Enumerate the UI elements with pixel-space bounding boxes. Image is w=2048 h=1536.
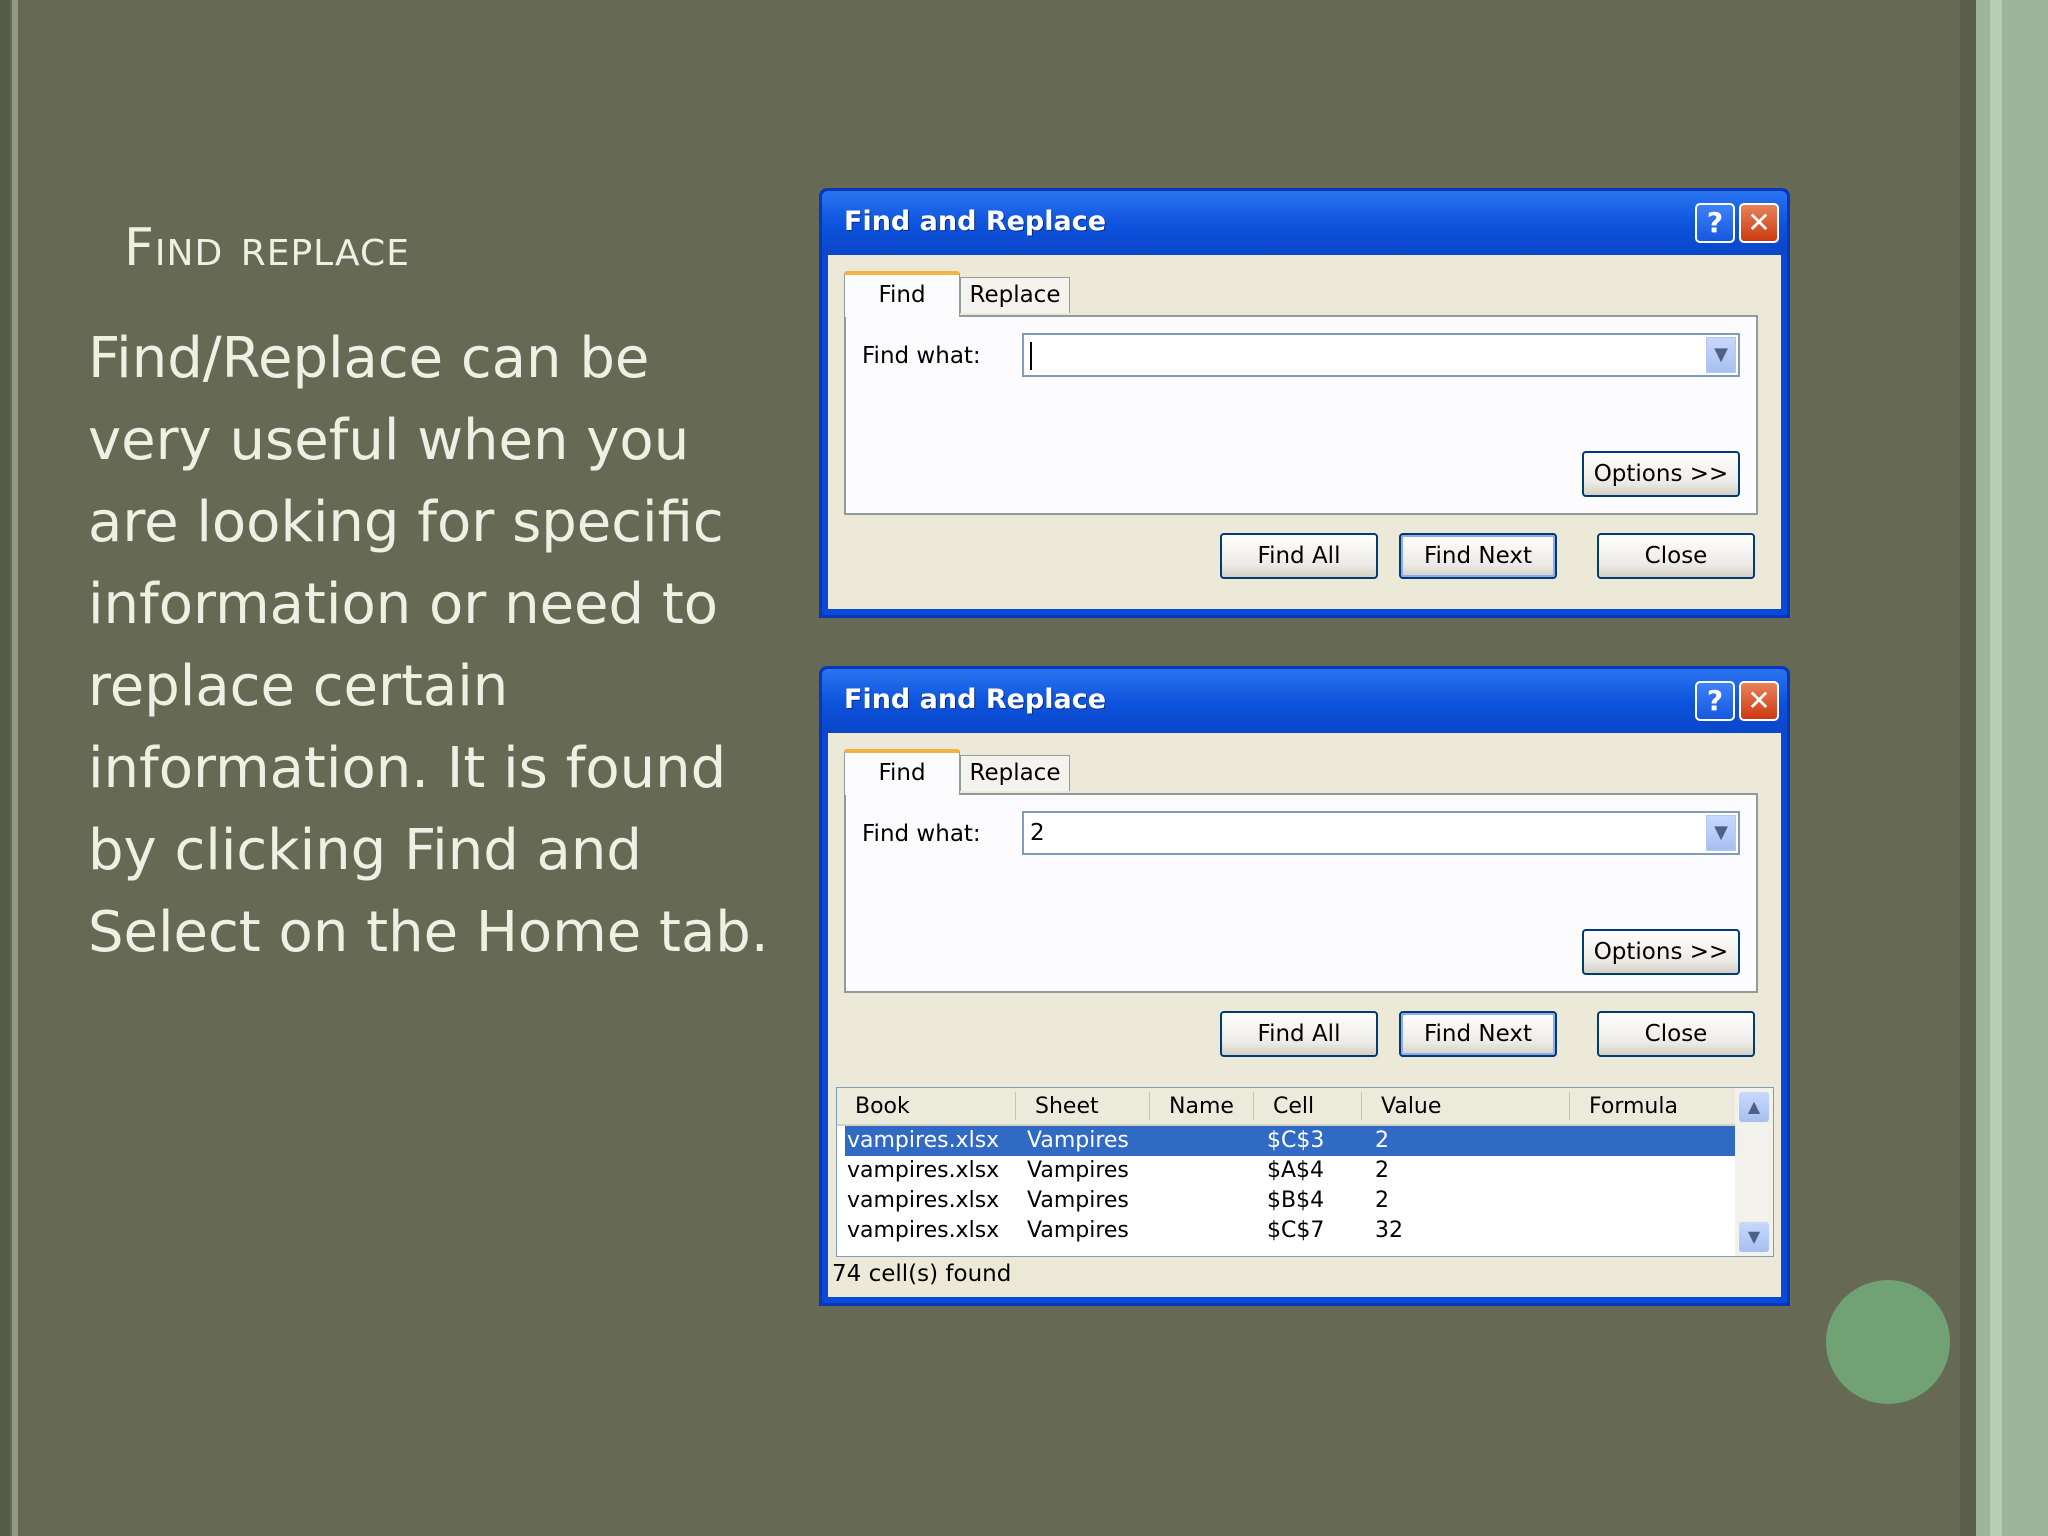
dialog-client-area: Find Replace Find what: 2 ▼ Options >> F… [828,733,1781,1297]
result-row[interactable]: vampires.xlsx Vampires $B$4 2 [845,1186,1735,1216]
cell-value: 2 [1375,1188,1389,1213]
column-divider[interactable] [1149,1092,1150,1120]
cell-value: 2 [1375,1128,1389,1153]
column-header-formula[interactable]: Formula [1589,1094,1678,1119]
close-icon[interactable]: ✕ [1739,681,1779,721]
cell-value: 2 [1375,1158,1389,1183]
decorative-circle [1826,1280,1950,1404]
find-next-button[interactable]: Find Next [1399,1011,1557,1057]
options-button[interactable]: Options >> [1582,451,1740,497]
slide-title: Find replace [124,218,410,278]
find-all-button[interactable]: Find All [1220,533,1378,579]
close-button[interactable]: Close [1597,1011,1755,1057]
tab-replace[interactable]: Replace [960,755,1070,791]
find-next-button[interactable]: Find Next [1399,533,1557,579]
column-divider[interactable] [1253,1092,1254,1120]
cell-book: vampires.xlsx [847,1188,1000,1213]
find-all-button[interactable]: Find All [1220,1011,1378,1057]
close-icon[interactable]: ✕ [1739,203,1779,243]
result-row[interactable]: vampires.xlsx Vampires $C$7 32 [845,1216,1735,1246]
help-icon[interactable]: ? [1695,681,1735,721]
cell-book: vampires.xlsx [847,1128,1000,1153]
cell-book: vampires.xlsx [847,1158,1000,1183]
chevron-down-icon[interactable]: ▼ [1706,337,1736,373]
result-row[interactable]: vampires.xlsx Vampires $A$4 2 [845,1156,1735,1186]
options-button[interactable]: Options >> [1582,929,1740,975]
dialog-title: Find and Replace [844,206,1107,237]
cell-sheet: Vampires [1027,1218,1129,1243]
cell-ref: $A$4 [1267,1158,1325,1183]
results-list[interactable]: Book Sheet Name Cell Value Formula vampi… [836,1087,1774,1257]
results-header: Book Sheet Name Cell Value Formula [837,1088,1735,1126]
cell-sheet: Vampires [1027,1158,1129,1183]
right-border-stripe-light [1976,0,2048,1536]
column-header-name[interactable]: Name [1169,1094,1234,1119]
find-what-value: 2 [1030,820,1045,846]
tab-replace[interactable]: Replace [960,277,1070,313]
slide-body-text: Find/Replace can be very useful when you… [88,326,769,965]
column-divider[interactable] [1015,1092,1016,1120]
dialog-titlebar[interactable]: Find and Replace ? ✕ [822,669,1787,733]
left-border-stripe [0,0,10,1536]
tab-find[interactable]: Find [844,271,960,317]
column-header-value[interactable]: Value [1381,1094,1441,1119]
cell-book: vampires.xlsx [847,1218,1000,1243]
result-row-selected[interactable]: vampires.xlsx Vampires $C$3 2 [845,1126,1735,1156]
close-button[interactable]: Close [1597,533,1755,579]
text-cursor [1030,341,1032,370]
scroll-up-icon[interactable]: ▲ [1739,1092,1769,1122]
results-scrollbar[interactable]: ▲ ▼ [1735,1088,1773,1256]
right-border-stripe-accent [1990,0,2002,1536]
column-header-book[interactable]: Book [855,1094,910,1119]
tab-find[interactable]: Find [844,749,960,795]
scroll-down-icon[interactable]: ▼ [1739,1222,1769,1252]
find-replace-dialog-1: Find and Replace ? ✕ Find Replace Find w… [819,188,1790,618]
column-header-sheet[interactable]: Sheet [1035,1094,1099,1119]
find-what-label: Find what: [862,343,981,369]
chevron-down-icon[interactable]: ▼ [1706,815,1736,851]
cell-ref: $B$4 [1267,1188,1325,1213]
find-panel: Find what: ▼ Options >> [844,315,1758,515]
find-what-label: Find what: [862,821,981,847]
help-icon[interactable]: ? [1695,203,1735,243]
column-divider[interactable] [1361,1092,1362,1120]
cell-ref: $C$3 [1267,1128,1325,1153]
column-divider[interactable] [1569,1092,1570,1120]
find-what-input[interactable]: 2 ▼ [1022,811,1740,855]
cell-sheet: Vampires [1027,1188,1129,1213]
find-what-input[interactable]: ▼ [1022,333,1740,377]
find-replace-dialog-2: Find and Replace ? ✕ Find Replace Find w… [819,666,1790,1306]
cell-sheet: Vampires [1027,1128,1129,1153]
dialog-client-area: Find Replace Find what: ▼ Options >> Fin… [828,255,1781,609]
dialog-title: Find and Replace [844,684,1107,715]
status-text: 74 cell(s) found [832,1261,1012,1287]
find-panel: Find what: 2 ▼ Options >> [844,793,1758,993]
right-border-stripe [1960,0,1976,1536]
left-border-stripe-light [12,0,18,1536]
cell-value: 32 [1375,1218,1403,1243]
cell-ref: $C$7 [1267,1218,1325,1243]
dialog-titlebar[interactable]: Find and Replace ? ✕ [822,191,1787,255]
column-header-cell[interactable]: Cell [1273,1094,1314,1119]
